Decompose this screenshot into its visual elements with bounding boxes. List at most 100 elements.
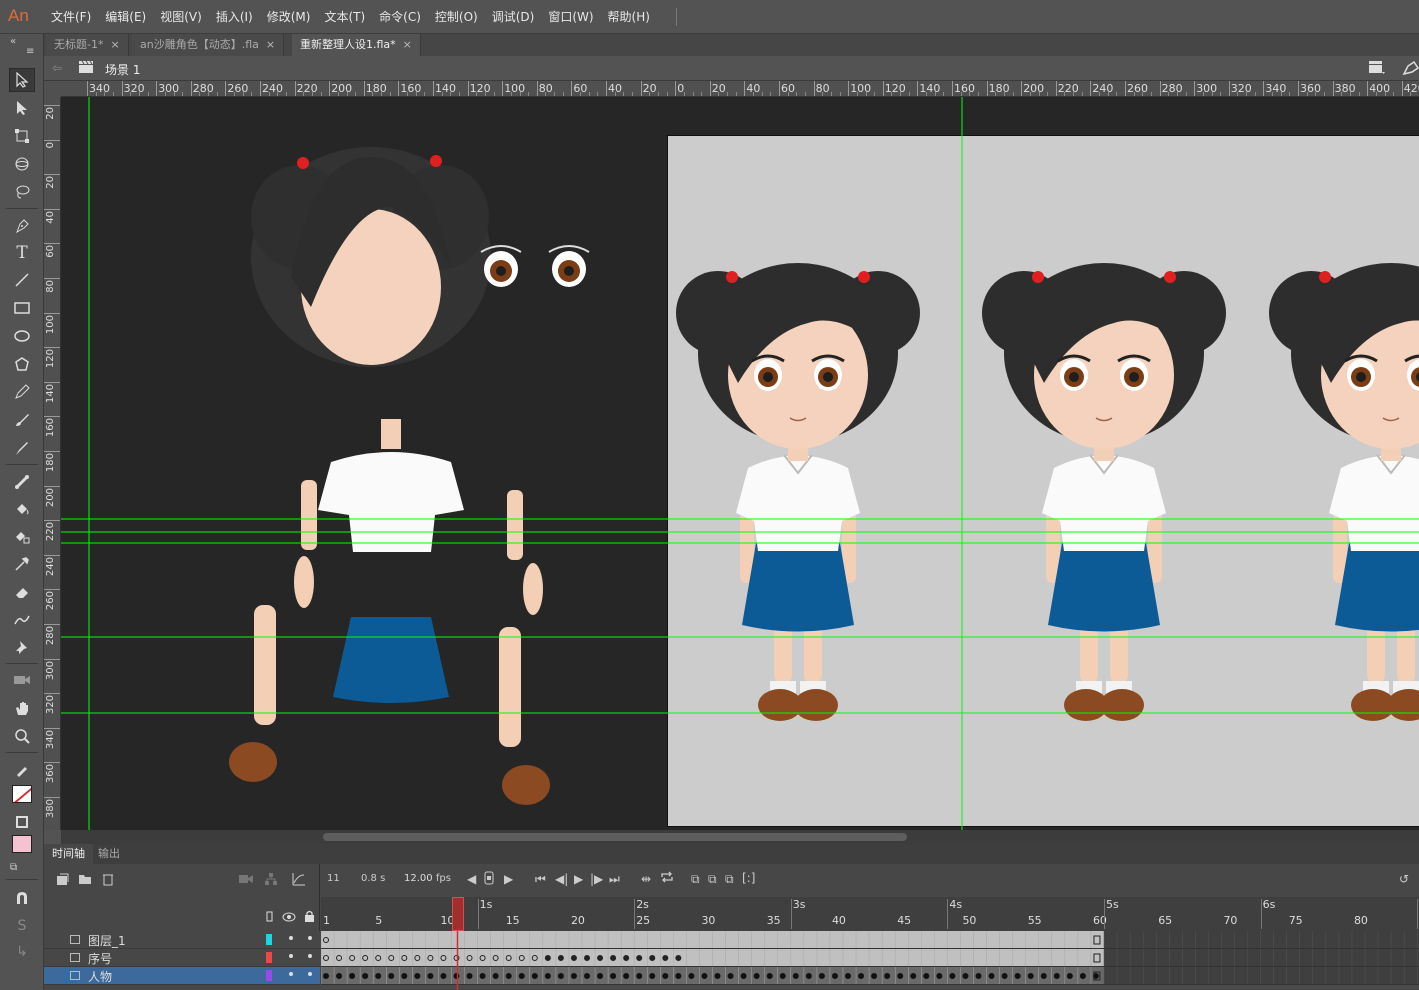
line-tool-icon[interactable] xyxy=(9,268,35,292)
menu-item[interactable]: 调试(D) xyxy=(485,0,542,34)
layer-color-swatch[interactable] xyxy=(266,934,272,945)
text-tool-icon[interactable]: T xyxy=(9,241,35,265)
menu-item[interactable]: 编辑(E) xyxy=(98,0,153,34)
outline-toggle-icon[interactable] xyxy=(266,911,274,925)
layer-color-swatch[interactable] xyxy=(266,952,272,963)
layer-row[interactable]: 图层_1 xyxy=(44,931,320,949)
loop-icon[interactable] xyxy=(660,871,674,886)
swap-colors-icon[interactable]: ⧉ xyxy=(10,862,17,873)
lock-dot[interactable] xyxy=(308,936,312,940)
pen-tool-icon[interactable] xyxy=(9,214,35,238)
menu-item[interactable]: 文件(F) xyxy=(44,0,98,34)
smooth-icon[interactable]: S xyxy=(9,914,35,938)
lock-dot[interactable] xyxy=(308,954,312,958)
horizontal-ruler[interactable]: 340 320 300 280 260 240 220 200 180 160 140 120 100 8… xyxy=(61,81,1419,97)
zoom-tool-icon[interactable] xyxy=(9,724,35,748)
eye-visibility-icon[interactable] xyxy=(282,911,296,925)
subselection-tool-icon[interactable] xyxy=(9,96,35,120)
lock-icon[interactable] xyxy=(304,910,315,925)
bone-tool-icon[interactable] xyxy=(9,470,35,494)
menu-item[interactable]: 帮助(H) xyxy=(601,0,657,34)
visibility-dot[interactable] xyxy=(289,972,293,976)
layer-row-selected[interactable]: 人物 xyxy=(44,967,320,985)
pencil-tool-icon[interactable] xyxy=(9,380,35,404)
play-icon[interactable]: ▶ xyxy=(574,872,583,886)
new-layer-icon[interactable] xyxy=(56,873,69,889)
step-back-icon[interactable]: ◀| xyxy=(555,872,568,886)
lasso-tool-icon[interactable] xyxy=(9,180,35,204)
layer-parenting-icon[interactable] xyxy=(264,872,278,889)
timeline-refresh-icon[interactable]: ↺ xyxy=(1399,872,1409,886)
menu-item[interactable]: 视图(V) xyxy=(153,0,209,34)
frame-ruler[interactable]: 1 5 10 15 20 25 30 35 40 45 50 55 60 65 70 75 80 1s 2s 3s 4s… xyxy=(321,897,1419,931)
menu-item[interactable]: 插入(I) xyxy=(209,0,260,34)
current-time[interactable]: 0.8 s xyxy=(361,873,385,884)
oval-tool-icon[interactable] xyxy=(9,324,35,348)
menu-item[interactable]: 控制(O) xyxy=(428,0,485,34)
onion-skin-icon[interactable]: ⧉ xyxy=(691,872,700,887)
step-forward-icon[interactable]: |▶ xyxy=(590,872,603,886)
tab-timeline[interactable]: 时间轴 xyxy=(44,844,93,864)
fill-color-swatch[interactable] xyxy=(9,832,35,856)
edit-symbol-icon[interactable] xyxy=(1402,60,1419,79)
ink-bottle-tool-icon[interactable] xyxy=(9,524,35,548)
menu-item[interactable]: 文本(T) xyxy=(317,0,372,34)
delete-layer-icon[interactable] xyxy=(102,872,114,889)
layer-color-swatch[interactable] xyxy=(266,970,272,981)
edit-scene-icon[interactable] xyxy=(1368,60,1386,77)
menu-item[interactable]: 窗口(W) xyxy=(541,0,600,34)
polystar-tool-icon[interactable] xyxy=(9,352,35,376)
close-icon[interactable]: × xyxy=(110,38,119,51)
go-to-first-frame-icon[interactable]: ⏮ xyxy=(535,872,546,887)
camera-tool-icon[interactable] xyxy=(9,668,35,692)
eyedropper-tool-icon[interactable] xyxy=(9,552,35,576)
lock-dot[interactable] xyxy=(308,972,312,976)
close-icon[interactable]: × xyxy=(266,38,275,51)
onion-skin-outlines-icon[interactable]: ⧉ xyxy=(708,872,717,887)
selection-tool-icon[interactable] xyxy=(9,68,35,92)
playhead[interactable] xyxy=(451,897,464,931)
menu-item[interactable]: 命令(C) xyxy=(372,0,428,34)
center-frame-icon[interactable]: ⇹ xyxy=(641,872,651,886)
brush-tool-icon[interactable] xyxy=(9,436,35,460)
back-arrow-icon[interactable]: ⇦ xyxy=(52,61,62,75)
straighten-icon[interactable]: ↳ xyxy=(9,940,35,964)
go-to-last-frame-icon[interactable]: ⏭ xyxy=(609,872,620,887)
frame-grid[interactable] xyxy=(321,931,1419,990)
pin-tool-icon[interactable] xyxy=(9,635,35,659)
close-icon[interactable]: × xyxy=(403,38,412,51)
stage[interactable] xyxy=(61,97,1419,830)
doc-tab-character[interactable]: 重新整理人设1.fla* × xyxy=(292,34,421,56)
3d-rotation-tool-icon[interactable] xyxy=(9,152,35,176)
horizontal-scrollbar[interactable] xyxy=(61,830,1419,844)
next-keyframe-icon[interactable]: ▶ xyxy=(504,872,513,886)
tab-output[interactable]: 输出 xyxy=(90,844,128,864)
camera-toggle-icon[interactable] xyxy=(238,873,254,888)
edit-multiple-frames-icon[interactable]: ⧉ xyxy=(725,872,734,887)
panel-menu-icon[interactable]: ≡ xyxy=(26,46,34,57)
keyframe-toggle-icon[interactable] xyxy=(484,871,494,888)
doc-tab-shadiao[interactable]: an沙雕角色【动态】.fla × xyxy=(132,34,285,56)
width-tool-icon[interactable] xyxy=(9,608,35,632)
paint-brush-tool-icon[interactable] xyxy=(9,408,35,432)
snap-magnet-icon[interactable] xyxy=(9,886,35,910)
scene-name[interactable]: 场景 1 xyxy=(105,61,140,78)
frame-rate[interactable]: 12.00 fps xyxy=(404,873,451,884)
vertical-ruler[interactable]: 20 0 20 40 60 80 100 120 140 160 180 200 220 240 260 28… xyxy=(44,97,61,830)
layer-row[interactable]: 序号 xyxy=(44,949,320,967)
new-folder-icon[interactable] xyxy=(78,873,92,888)
free-transform-tool-icon[interactable] xyxy=(9,124,35,148)
visibility-dot[interactable] xyxy=(289,954,293,958)
graph-icon[interactable] xyxy=(292,872,306,889)
rectangle-tool-icon[interactable] xyxy=(9,296,35,320)
paint-bucket-tool-icon[interactable] xyxy=(9,497,35,521)
stroke-color-swatch[interactable] xyxy=(9,782,35,806)
collapse-icon[interactable]: « xyxy=(10,36,16,47)
menu-item[interactable]: 修改(M) xyxy=(260,0,318,34)
prev-keyframe-icon[interactable]: ◀ xyxy=(467,872,476,886)
modify-markers-icon[interactable]: [:] xyxy=(742,871,755,885)
visibility-dot[interactable] xyxy=(289,936,293,940)
doc-tab-untitled[interactable]: 无标题-1* × xyxy=(46,34,129,56)
scroll-thumb[interactable] xyxy=(323,833,907,841)
current-frame[interactable]: 11 xyxy=(327,873,340,884)
